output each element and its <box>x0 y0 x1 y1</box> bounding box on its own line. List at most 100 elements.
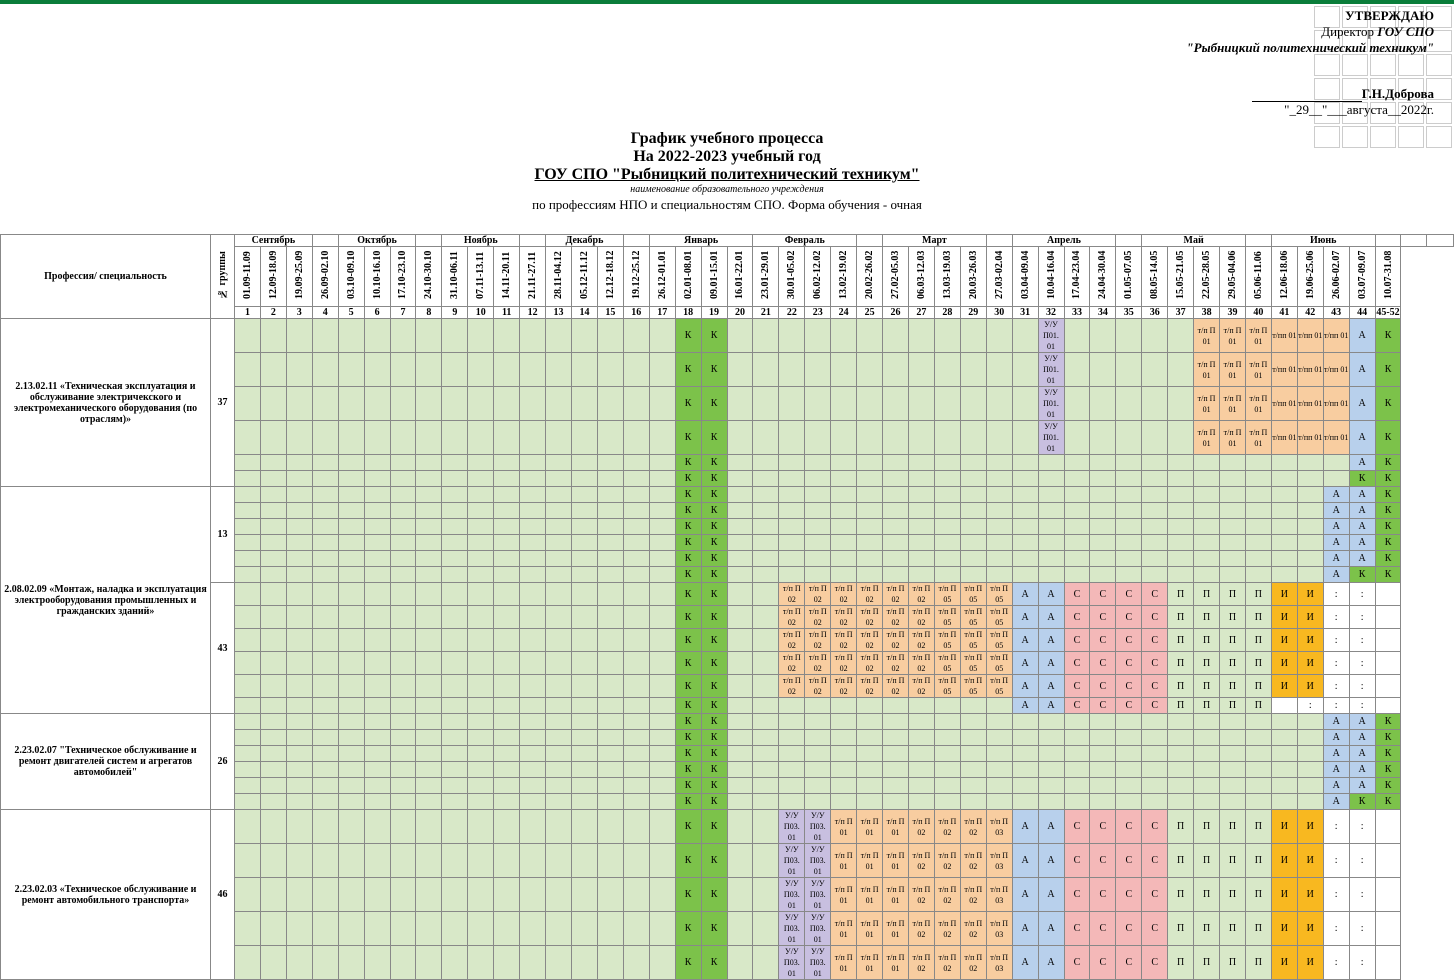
schedule-cell <box>934 353 960 387</box>
week-dates: 22.05-28.05 <box>1194 247 1220 307</box>
schedule-cell <box>520 551 546 567</box>
schedule-cell: С <box>1116 698 1142 714</box>
schedule-cell <box>390 567 416 583</box>
week-dates: 21.11-27.11 <box>520 247 546 307</box>
schedule-cell: К <box>675 471 701 487</box>
schedule-cell: т/п П 05 <box>934 675 960 698</box>
schedule-cell <box>260 714 286 730</box>
schedule-cell <box>831 794 857 810</box>
schedule-cell: П <box>1168 844 1194 878</box>
schedule-cell <box>727 844 753 878</box>
schedule-cell <box>1271 698 1297 714</box>
schedule-cell <box>623 652 649 675</box>
schedule-cell <box>364 946 390 980</box>
schedule-cell <box>753 844 779 878</box>
schedule-cell: А <box>1323 519 1349 535</box>
schedule-cell <box>520 762 546 778</box>
schedule-cell <box>934 319 960 353</box>
schedule-cell <box>1168 794 1194 810</box>
schedule-cell <box>986 698 1012 714</box>
schedule-cell <box>1038 794 1064 810</box>
week-number: 38 <box>1194 307 1220 319</box>
schedule-cell <box>1064 762 1090 778</box>
schedule-cell <box>235 519 261 535</box>
schedule-cell <box>1038 762 1064 778</box>
schedule-cell <box>494 387 520 421</box>
week-dates: 12.09-18.09 <box>260 247 286 307</box>
schedule-cell <box>364 319 390 353</box>
schedule-cell <box>934 455 960 471</box>
schedule-cell <box>260 551 286 567</box>
schedule-cell <box>494 487 520 503</box>
schedule-cell <box>468 387 494 421</box>
schedule-cell: т/п П 02 <box>960 912 986 946</box>
schedule-cell <box>934 762 960 778</box>
schedule-cell <box>623 912 649 946</box>
schedule-cell <box>364 551 390 567</box>
schedule-cell <box>1012 746 1038 762</box>
schedule-cell <box>1220 551 1246 567</box>
week-dates: 10.10-16.10 <box>364 247 390 307</box>
schedule-cell <box>727 794 753 810</box>
schedule-cell <box>597 551 623 567</box>
schedule-cell: т/пп 01 <box>1297 421 1323 455</box>
week-dates: 12.12-18.12 <box>597 247 623 307</box>
schedule-cell <box>338 487 364 503</box>
schedule-cell <box>260 912 286 946</box>
week-dates: 12.06-18.06 <box>1271 247 1297 307</box>
schedule-cell: К <box>1375 762 1401 778</box>
schedule-cell <box>597 746 623 762</box>
schedule-cell: С <box>1090 946 1116 980</box>
schedule-cell: С <box>1090 698 1116 714</box>
schedule-cell: т/п П 02 <box>908 629 934 652</box>
schedule-cell: И <box>1271 652 1297 675</box>
schedule-cell <box>1245 730 1271 746</box>
schedule-cell: А <box>1323 730 1349 746</box>
schedule-cell <box>908 746 934 762</box>
schedule-cell: П <box>1245 652 1271 675</box>
schedule-cell <box>597 606 623 629</box>
schedule-cell <box>1038 487 1064 503</box>
schedule-cell <box>286 519 312 535</box>
schedule-cell <box>260 535 286 551</box>
schedule-cell <box>1245 567 1271 583</box>
schedule-cell: А <box>1012 675 1038 698</box>
schedule-cell <box>883 519 909 535</box>
schedule-cell <box>312 946 338 980</box>
schedule-cell <box>416 912 442 946</box>
schedule-cell: С <box>1064 629 1090 652</box>
schedule-cell: И <box>1271 946 1297 980</box>
schedule-cell: : <box>1349 878 1375 912</box>
schedule-cell: У/У П03. 01 <box>805 810 831 844</box>
schedule-cell <box>546 421 572 455</box>
schedule-cell <box>1012 762 1038 778</box>
schedule-cell <box>1064 353 1090 387</box>
schedule-cell: К <box>1375 535 1401 551</box>
schedule-cell: С <box>1142 606 1168 629</box>
schedule-cell <box>934 421 960 455</box>
schedule-cell <box>468 319 494 353</box>
schedule-cell <box>960 778 986 794</box>
schedule-cell <box>1220 535 1246 551</box>
schedule-cell <box>286 629 312 652</box>
week-number: 44 <box>1349 307 1375 319</box>
schedule-cell <box>1012 503 1038 519</box>
schedule-cell <box>934 535 960 551</box>
schedule-cell: К <box>675 629 701 652</box>
week-number: 45-52 <box>1375 307 1401 319</box>
schedule-cell <box>857 353 883 387</box>
schedule-cell <box>338 675 364 698</box>
schedule-cell <box>1064 319 1090 353</box>
schedule-cell <box>364 583 390 606</box>
schedule-cell: А <box>1349 421 1375 455</box>
schedule-cell <box>623 487 649 503</box>
schedule-cell <box>597 794 623 810</box>
schedule-cell: К <box>675 912 701 946</box>
schedule-cell <box>286 319 312 353</box>
schedule-cell: т/п П 02 <box>805 629 831 652</box>
week-number: 40 <box>1245 307 1271 319</box>
schedule-cell <box>1271 567 1297 583</box>
schedule-cell <box>494 714 520 730</box>
schedule-cell <box>623 794 649 810</box>
schedule-cell <box>649 946 675 980</box>
